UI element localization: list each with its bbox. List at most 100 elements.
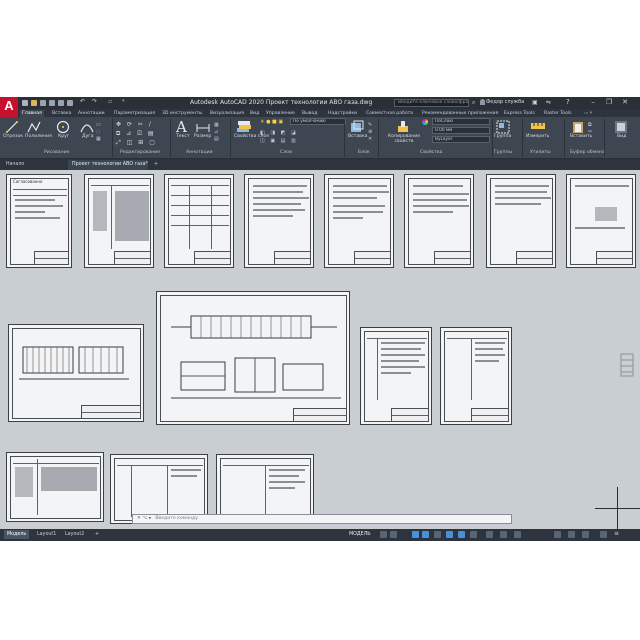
close-icon[interactable]: ✕ <box>620 98 630 107</box>
navigation-bar[interactable] <box>614 352 640 378</box>
ortho-icon[interactable] <box>412 531 419 538</box>
view-cube-icon[interactable] <box>614 352 640 378</box>
layer-state-icons[interactable]: ☀ ● ■ ▣ <box>260 119 283 125</box>
model-space-toggle[interactable]: МОДЕЛЬ <box>346 530 374 539</box>
drawing-sheet[interactable] <box>84 174 154 268</box>
panel-block-title[interactable]: Блок <box>358 149 370 157</box>
match-properties-label[interactable]: Копирование свойств <box>384 134 424 144</box>
linetype-combo[interactable]: ByLayer <box>432 136 490 143</box>
command-line-input[interactable]: ✕ ⌥ ▸ Введите команду <box>132 514 512 524</box>
polyline-label[interactable]: Полилиния <box>25 134 52 139</box>
ribbon-minimize-icon[interactable]: ▭ ▾ <box>584 110 592 117</box>
minimize-icon[interactable]: – <box>588 98 598 107</box>
print-icon[interactable] <box>67 100 73 106</box>
panel-modify-title[interactable]: Редактирование <box>120 149 160 157</box>
snap-icon[interactable] <box>390 531 397 538</box>
annotation-extra-icons[interactable]: ▦ ⊿ ▤ <box>214 122 226 144</box>
lineweight-icon[interactable] <box>470 531 477 538</box>
insert-label[interactable]: Вставка <box>348 134 367 139</box>
panel-groups-title[interactable]: Группы <box>494 149 512 157</box>
search-input[interactable]: Введите ключевое слово/фразу <box>394 99 469 107</box>
units-icon[interactable] <box>554 531 561 538</box>
tab-featured-apps[interactable]: Рекомендованные приложения <box>422 110 498 117</box>
measure-icon[interactable] <box>530 121 546 131</box>
tab-annotate[interactable]: Аннотации <box>78 110 105 117</box>
quick-properties-icon[interactable] <box>568 531 575 538</box>
line-icon[interactable] <box>6 121 18 133</box>
tab-addins[interactable]: Надстройки <box>328 110 357 117</box>
layout-tab-1[interactable]: Layout1 <box>34 530 59 539</box>
paste-icon[interactable] <box>572 120 584 134</box>
group-icon[interactable] <box>496 120 510 134</box>
drawing-sheet[interactable] <box>486 174 556 268</box>
search-icon[interactable]: ⌕ <box>472 99 475 107</box>
redo-icon[interactable]: ↷ <box>92 98 98 105</box>
workspace-icon[interactable] <box>514 531 521 538</box>
tab-collaborate[interactable]: Совместная работа <box>366 110 413 117</box>
arc-icon[interactable] <box>80 121 94 133</box>
tab-home[interactable]: Главная <box>20 110 44 117</box>
layer-properties-icon[interactable] <box>236 120 252 134</box>
insert-block-icon[interactable] <box>350 120 364 134</box>
panel-draw-title[interactable]: Рисование <box>44 149 69 157</box>
save-icon[interactable] <box>40 100 46 106</box>
draw-extra-icons[interactable]: ▭ ◌ ▦ <box>96 122 106 144</box>
drawing-sheet[interactable] <box>8 324 144 422</box>
circle-icon[interactable] <box>56 120 70 134</box>
drawing-sheet[interactable] <box>6 452 104 522</box>
drawing-sheet[interactable] <box>156 291 350 425</box>
grid-icon[interactable] <box>380 531 387 538</box>
line-label[interactable]: Отрезок <box>3 134 23 139</box>
model-space-canvas[interactable]: Согласованно <box>0 170 640 529</box>
panel-clipboard-title[interactable]: Буфер обмена <box>570 149 605 157</box>
tab-manage[interactable]: Управление <box>266 110 295 117</box>
save-as-icon[interactable] <box>49 100 55 106</box>
cart-icon[interactable]: ▣ <box>532 99 538 106</box>
clipboard-extra-icons[interactable]: ⧉ ✂ <box>588 122 592 136</box>
restore-icon[interactable]: ❐ <box>604 98 614 107</box>
modify-tools-icons[interactable]: ✥ ⟳ ✂ ∕ ⧉ ⊿ ⎚ ▤ ⤢ ◫ ⊞ ▢ <box>116 120 176 146</box>
polar-icon[interactable] <box>422 531 429 538</box>
drawing-sheet[interactable] <box>324 174 394 268</box>
object-snap-tracking-icon[interactable] <box>446 531 453 538</box>
customize-toolbar-icon[interactable]: ▾ <box>122 98 128 104</box>
new-tab-button[interactable]: + <box>152 160 160 170</box>
tab-active-drawing[interactable]: Проект технологии АВО газа* <box>68 160 148 170</box>
circle-label[interactable]: Круг <box>58 134 69 139</box>
exchange-icon[interactable]: ⇋ <box>546 99 551 106</box>
annotation-scale-icon[interactable] <box>486 531 493 538</box>
customize-menu-icon[interactable]: ≡ <box>614 530 621 537</box>
tab-start[interactable]: Начало <box>2 160 62 170</box>
tab-raster-tools[interactable]: Raster Tools <box>544 110 572 117</box>
tab-3d-tools[interactable]: 3D инструменты <box>162 110 202 117</box>
open-file-icon[interactable] <box>31 100 37 106</box>
drawing-sheet[interactable] <box>360 327 432 425</box>
tab-express-tools[interactable]: Express Tools <box>504 110 535 117</box>
layer-combo[interactable]: По умолчанию <box>290 118 346 125</box>
drawing-sheet[interactable] <box>164 174 234 268</box>
help-icon[interactable]: ? <box>566 98 570 106</box>
measure-label[interactable]: Измерить <box>526 134 549 139</box>
match-properties-icon[interactable] <box>396 120 410 134</box>
isolate-objects-icon[interactable] <box>582 531 589 538</box>
polyline-icon[interactable] <box>27 121 41 133</box>
tab-output[interactable]: Вывод <box>302 110 317 117</box>
drawing-sheet[interactable] <box>404 174 474 268</box>
drawing-sheet[interactable]: Согласованно <box>6 174 72 268</box>
undo-icon[interactable]: ↶ <box>80 98 86 105</box>
add-layout-button[interactable]: + <box>92 530 102 539</box>
user-account[interactable]: Федор служба <box>486 99 524 105</box>
view-label[interactable]: Вид <box>617 134 626 139</box>
dimension-label[interactable]: Размер <box>194 134 211 139</box>
fullscreen-icon[interactable] <box>600 531 607 538</box>
panel-layers-title[interactable]: Слои <box>280 149 292 157</box>
tab-view[interactable]: Вид <box>250 110 259 117</box>
share-icon[interactable]: ⇄ <box>108 99 114 105</box>
lineweight-combo[interactable]: 0.00 мм <box>432 127 490 134</box>
arc-label[interactable]: Дуга <box>82 134 94 139</box>
color-wheel-icon[interactable] <box>422 119 428 125</box>
color-combo[interactable]: ПоСлою <box>432 118 490 125</box>
layer-tools-icons[interactable]: ◧ ◨ ◩ ◪ ◫ ▣ ▤ ▥ <box>260 129 300 145</box>
tab-parametric[interactable]: Параметризация <box>114 110 155 117</box>
view-icon[interactable] <box>614 120 628 134</box>
